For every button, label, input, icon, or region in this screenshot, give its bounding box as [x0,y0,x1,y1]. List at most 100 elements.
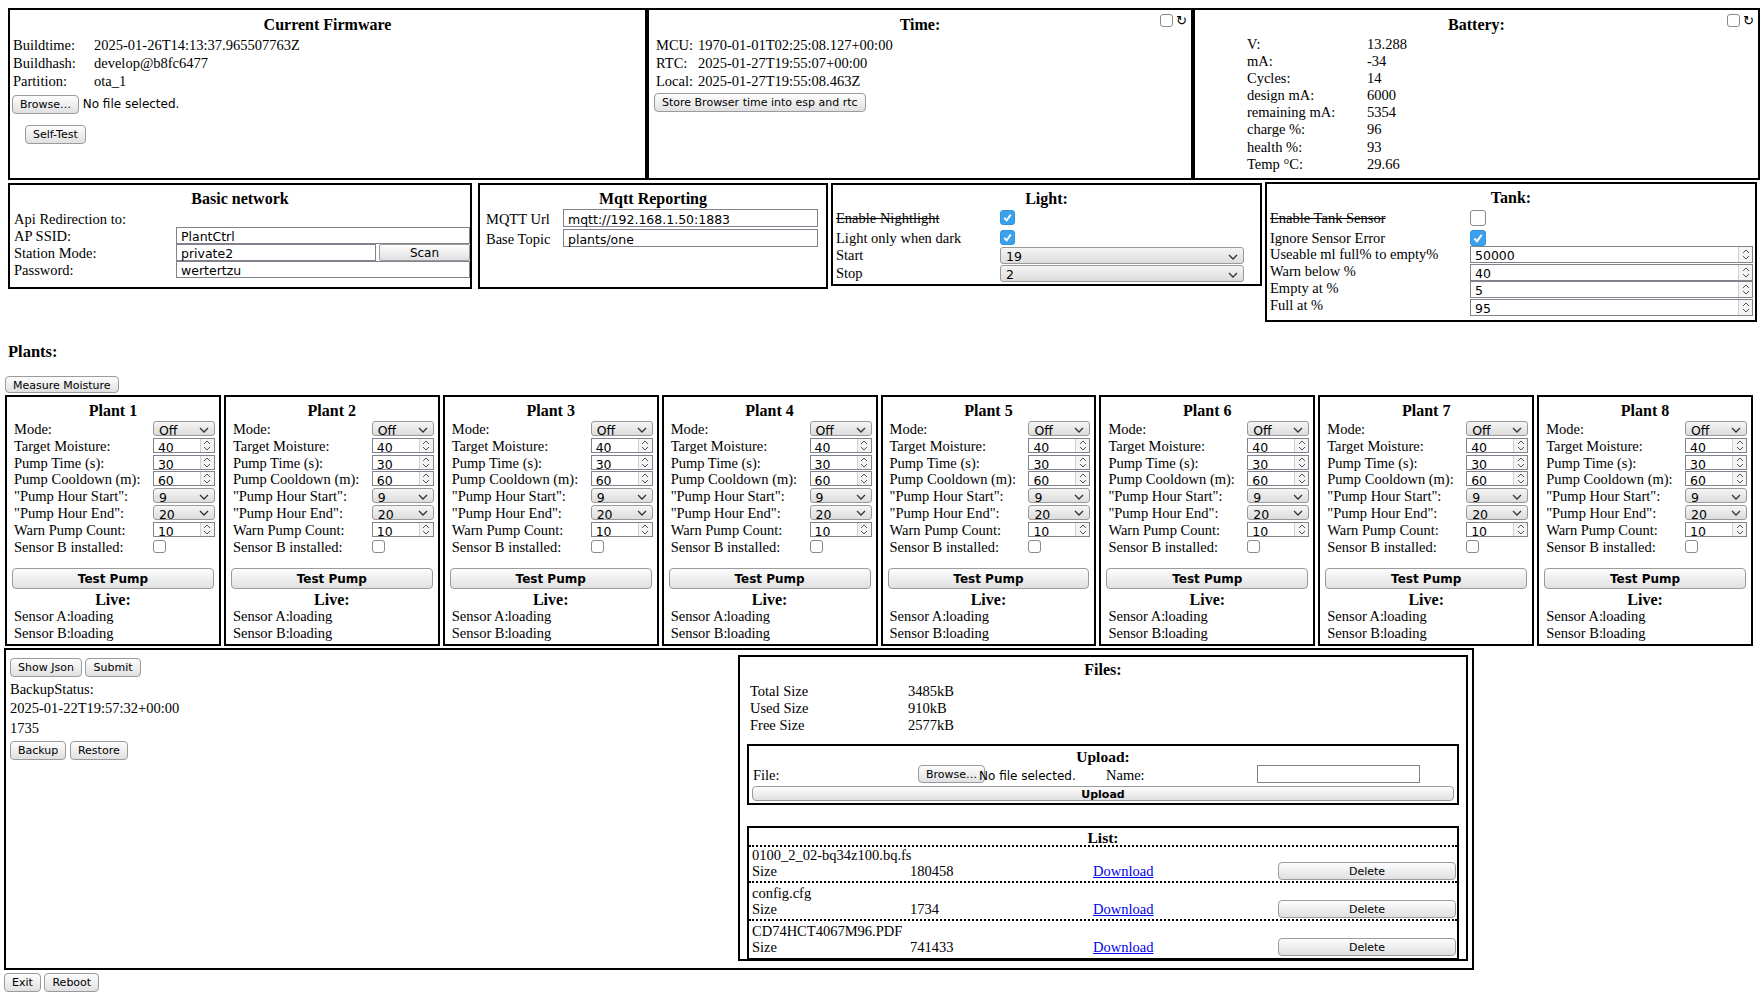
sensor-b-installed-checkbox[interactable] [810,540,823,553]
sensor-b-installed-checkbox[interactable] [1685,540,1698,553]
sensor-b-installed-checkbox[interactable] [372,540,385,553]
pump-hour-start-select[interactable]: 9 [1028,488,1090,503]
pump-hour-end-select[interactable]: 20 [1466,505,1528,520]
battery-auto-refresh-checkbox[interactable] [1727,14,1740,27]
mode-select[interactable]: Off [1028,421,1090,436]
show-json-button[interactable]: Show Json [10,658,82,677]
pump-hour-end-select[interactable]: 20 [591,505,653,520]
pump-hour-start-select[interactable]: 9 [153,488,215,503]
time-auto-refresh-checkbox[interactable] [1160,14,1173,27]
sensor-b-installed-checkbox[interactable] [1466,540,1479,553]
warn-below-input[interactable]: 40 [1470,264,1753,281]
warn-pump-count-input[interactable]: 10 [1028,522,1090,537]
useable-ml-input[interactable]: 50000 [1470,246,1753,263]
warn-pump-count-input[interactable]: 10 [153,522,215,537]
pump-cooldown-input[interactable]: 60 [810,471,872,486]
ap-ssid-input[interactable]: PlantCtrl [176,227,470,244]
delete-button[interactable]: Delete [1278,862,1456,880]
enable-tank-sensor-checkbox[interactable] [1470,210,1486,226]
pump-cooldown-input[interactable]: 60 [1028,471,1090,486]
mode-select[interactable]: Off [1247,421,1309,436]
full-at-input[interactable]: 95 [1470,299,1753,316]
scan-button[interactable]: Scan [379,244,470,261]
ignore-sensor-error-checkbox[interactable] [1470,230,1486,246]
selftest-button[interactable]: Self-Test [25,125,86,144]
base-topic-input[interactable]: plants/one [563,229,818,247]
warn-pump-count-input[interactable]: 10 [810,522,872,537]
download-link[interactable]: Download [1093,901,1153,918]
delete-button[interactable]: Delete [1278,938,1456,956]
pump-time-input[interactable]: 30 [372,455,434,470]
pump-time-input[interactable]: 30 [810,455,872,470]
pump-hour-end-select[interactable]: 20 [153,505,215,520]
test-pump-button[interactable]: Test Pump [12,568,214,589]
target-moisture-input[interactable]: 40 [372,438,434,453]
delete-button[interactable]: Delete [1278,900,1456,918]
reboot-button[interactable]: Reboot [44,973,99,992]
test-pump-button[interactable]: Test Pump [231,568,433,589]
pump-time-input[interactable]: 30 [1466,455,1528,470]
target-moisture-input[interactable]: 40 [591,438,653,453]
pump-time-input[interactable]: 30 [591,455,653,470]
pump-cooldown-input[interactable]: 60 [1466,471,1528,486]
pump-time-input[interactable]: 30 [1247,455,1309,470]
upload-browse-button[interactable]: Browse… [918,765,985,783]
pump-cooldown-input[interactable]: 60 [1685,471,1747,486]
pump-hour-end-select[interactable]: 20 [810,505,872,520]
pump-time-input[interactable]: 30 [153,455,215,470]
upload-name-input[interactable] [1257,765,1420,783]
warn-pump-count-input[interactable]: 10 [1466,522,1528,537]
target-moisture-input[interactable]: 40 [1028,438,1090,453]
pump-time-input[interactable]: 30 [1028,455,1090,470]
mode-select[interactable]: Off [153,421,215,436]
pump-hour-end-select[interactable]: 20 [372,505,434,520]
test-pump-button[interactable]: Test Pump [1106,568,1308,589]
download-link[interactable]: Download [1093,863,1153,880]
upload-button[interactable]: Upload [752,786,1454,801]
sensor-b-installed-checkbox[interactable] [591,540,604,553]
download-link[interactable]: Download [1093,939,1153,956]
mode-select[interactable]: Off [810,421,872,436]
station-mode-input[interactable]: private2 [176,244,376,261]
test-pump-button[interactable]: Test Pump [888,568,1090,589]
light-only-dark-checkbox[interactable] [1000,230,1015,245]
target-moisture-input[interactable]: 40 [810,438,872,453]
sensor-b-installed-checkbox[interactable] [1028,540,1041,553]
mode-select[interactable]: Off [372,421,434,436]
target-moisture-input[interactable]: 40 [153,438,215,453]
warn-pump-count-input[interactable]: 10 [1247,522,1309,537]
pump-hour-start-select[interactable]: 9 [372,488,434,503]
pump-hour-end-select[interactable]: 20 [1685,505,1747,520]
time-refresh-icon[interactable]: ↻ [1176,14,1187,27]
mqtt-url-input[interactable]: mqtt://192.168.1.50:1883 [563,209,818,227]
empty-at-input[interactable]: 5 [1470,281,1753,298]
pump-cooldown-input[interactable]: 60 [591,471,653,486]
test-pump-button[interactable]: Test Pump [669,568,871,589]
pump-hour-end-select[interactable]: 20 [1247,505,1309,520]
warn-pump-count-input[interactable]: 10 [372,522,434,537]
pump-cooldown-input[interactable]: 60 [153,471,215,486]
pump-hour-end-select[interactable]: 20 [1028,505,1090,520]
password-input[interactable]: wertertzu [176,261,470,278]
battery-refresh-icon[interactable]: ↻ [1743,14,1754,27]
pump-time-input[interactable]: 30 [1685,455,1747,470]
warn-pump-count-input[interactable]: 10 [1685,522,1747,537]
pump-cooldown-input[interactable]: 60 [1247,471,1309,486]
test-pump-button[interactable]: Test Pump [450,568,652,589]
pump-hour-start-select[interactable]: 9 [591,488,653,503]
pump-hour-start-select[interactable]: 9 [1685,488,1747,503]
light-start-select[interactable]: 19 [1000,247,1244,264]
submit-button[interactable]: Submit [85,658,140,677]
measure-moisture-button[interactable]: Measure Moisture [5,376,119,393]
target-moisture-input[interactable]: 40 [1466,438,1528,453]
sensor-b-installed-checkbox[interactable] [1247,540,1260,553]
sensor-b-installed-checkbox[interactable] [153,540,166,553]
test-pump-button[interactable]: Test Pump [1544,568,1746,589]
mode-select[interactable]: Off [1466,421,1528,436]
restore-button[interactable]: Restore [70,741,128,760]
firmware-browse-button[interactable]: Browse… [12,95,79,114]
pump-hour-start-select[interactable]: 9 [810,488,872,503]
mode-select[interactable]: Off [591,421,653,436]
target-moisture-input[interactable]: 40 [1247,438,1309,453]
warn-pump-count-input[interactable]: 10 [591,522,653,537]
